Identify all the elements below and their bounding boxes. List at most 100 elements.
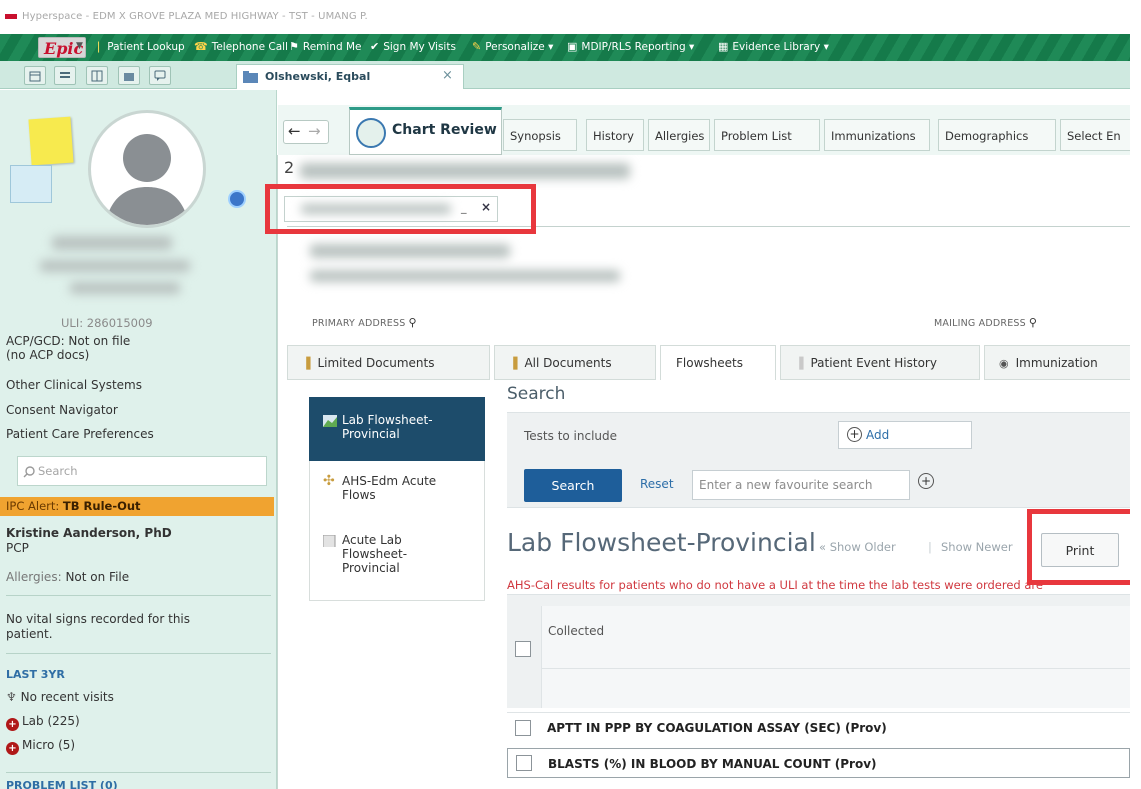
patient-station-button[interactable] [118,66,140,85]
redacted-patient-name [310,244,510,258]
tab-synopsis[interactable]: Synopsis [503,119,577,151]
show-newer-link[interactable]: Show Newer [941,540,1013,554]
folder-icon [124,73,134,81]
lab-results-item[interactable]: + Lab (225) [6,714,80,731]
library-icon: ▦ [718,40,729,53]
flowsheet-item-acute-flows[interactable]: ✣ AHS-Edm Acute Flows [309,461,485,523]
tab-limited-documents[interactable]: ▐ Limited Documents [287,345,490,380]
other-clinical-systems-link[interactable]: Other Clinical Systems [6,378,142,392]
allergies-summary[interactable]: Allergies: Not on File [6,570,129,584]
chart-icon [323,415,337,427]
report-icon: ▣ [567,40,578,53]
flowsheet-item-label: Acute Lab Flowsheet- Provincial [342,533,408,575]
forward-arrow-icon[interactable]: → [308,122,321,140]
tab-demographics[interactable]: Demographics [938,119,1056,151]
search-placeholder: Search [38,464,78,478]
stethoscope-icon: ♆ [6,690,17,704]
primary-address-label: PRIMARY ADDRESS ⚲ [312,316,417,329]
consent-navigator-link[interactable]: Consent Navigator [6,403,118,417]
last-3yr-section-header[interactable]: LAST 3YR [6,668,65,681]
recent-visits-item[interactable]: ♆ No recent visits [6,690,114,704]
redacted-patient-info [40,260,190,272]
phone-icon: ☎ [194,40,208,53]
tab-history[interactable]: History [586,119,644,151]
redacted-patient-info [70,282,180,294]
schedule-button[interactable] [54,66,76,85]
avatar[interactable] [88,110,206,228]
alert-label: IPC Alert: [6,499,63,513]
document-icon: ▐ [509,357,518,370]
patient-lookup-button[interactable]: ❘ Patient Lookup [94,40,185,53]
back-arrow-icon[interactable]: ← [288,122,301,140]
micro-results-item[interactable]: + Micro (5) [6,738,75,755]
personalize-button[interactable]: ✎ Personalize ▾ [472,40,553,53]
wrench-icon: ✎ [472,40,482,53]
highlight-box-report-tab [265,184,536,234]
tab-label: Chart Review [392,122,497,138]
remind-me-button[interactable]: ⚑ Remind Me [289,40,361,53]
flowsheet-item-label: Lab Flowsheet- Provincial [342,413,433,441]
redacted-patient-details [310,270,620,282]
table-row[interactable]: BLASTS (%) IN BLOOD BY MANUAL COUNT (Pro… [507,748,1130,778]
divider [6,653,271,654]
separator: | [928,540,932,554]
row-checkbox[interactable] [516,755,532,771]
photo-badge-icon[interactable] [228,190,246,208]
tab-all-documents[interactable]: ▐ All Documents [494,345,656,380]
reset-link[interactable]: Reset [640,477,674,491]
acp-status[interactable]: ACP/GCD: Not on file [6,334,130,348]
sign-my-visits-button[interactable]: ✔ Sign My Visits [370,40,456,53]
in-basket-button[interactable] [86,66,108,85]
row-checkbox[interactable] [515,720,531,736]
add-favourite-icon[interactable]: + [918,473,934,489]
select-all-checkbox[interactable] [515,641,531,657]
patient-care-preferences-link[interactable]: Patient Care Preferences [6,427,154,441]
plus-icon: + [847,427,862,442]
evidence-library-button[interactable]: ▦ Evidence Library ▾ [718,40,829,53]
tab-immunizations[interactable]: Immunizations [824,119,930,151]
search-button[interactable]: Search [524,469,622,502]
alert-value: TB Rule-Out [62,499,141,513]
calendar-button[interactable] [24,66,46,85]
tab-select-encounter[interactable]: Select En [1060,119,1130,151]
open-folder-icon [243,71,258,83]
check-icon: ✔ [370,40,380,53]
list-icon [60,72,70,78]
highlight-box-print-button [1027,509,1130,585]
patient-tab-label: Olshewski, Eqbal [265,70,371,83]
history-navigation: ← → [283,120,329,144]
tab-allergies[interactable]: Allergies [648,119,710,151]
divider [541,668,1130,669]
flowsheet-item-label: AHS-Edm Acute Flows [342,474,437,502]
search-heading: Search [507,384,566,404]
uli-number: ULI: 286015009 [61,316,153,330]
flows-icon: ✣ [323,473,335,489]
table-row[interactable]: APTT IN PPP BY COAGULATION ASSAY (SEC) (… [507,712,1130,742]
grid-icon [91,70,103,82]
show-older-link[interactable]: « Show Older [819,540,896,554]
secure-chat-button[interactable] [149,66,171,85]
epic-menu-button[interactable]: Epic ▼ [38,37,86,58]
tab-immunization[interactable]: ◉ Immunization [984,345,1130,380]
close-icon[interactable]: × [442,68,453,83]
ipc-alert-banner[interactable]: IPC Alert: TB Rule-Out [0,497,274,516]
mdip-rls-reporting-button[interactable]: ▣ MDIP/RLS Reporting ▾ [567,40,694,53]
storyboard-search-input[interactable]: Search [17,456,267,486]
add-test-button[interactable]: + Add [838,421,972,449]
test-name: APTT IN PPP BY COAGULATION ASSAY (SEC) (… [547,721,887,735]
pcp-provider-name[interactable]: Kristine Aanderson, PhD [6,526,172,540]
patient-workspace-tab[interactable]: Olshewski, Eqbal × [236,64,464,89]
flowsheet-item-lab-provincial[interactable]: Lab Flowsheet- Provincial [309,397,485,461]
notes-icon[interactable] [10,165,52,203]
event-icon: ▐ [795,357,804,370]
tab-flowsheets[interactable]: Flowsheets [660,345,776,380]
flowsheet-item-acute-lab[interactable]: Acute Lab Flowsheet- Provincial [309,523,485,601]
favourite-search-input[interactable] [692,470,910,500]
sticky-note-icon[interactable] [28,116,74,166]
problem-list-section-header[interactable]: PROBLEM LIST (0) [6,779,118,789]
tab-chart-review[interactable]: Chart Review [349,107,502,155]
tab-patient-event-history[interactable]: ▐ Patient Event History [780,345,980,380]
tab-problem-list[interactable]: Problem List [714,119,820,151]
window-title: Hyperspace - EDM X GROVE PLAZA MED HIGHW… [22,11,368,22]
telephone-call-button[interactable]: ☎ Telephone Call [194,40,288,53]
